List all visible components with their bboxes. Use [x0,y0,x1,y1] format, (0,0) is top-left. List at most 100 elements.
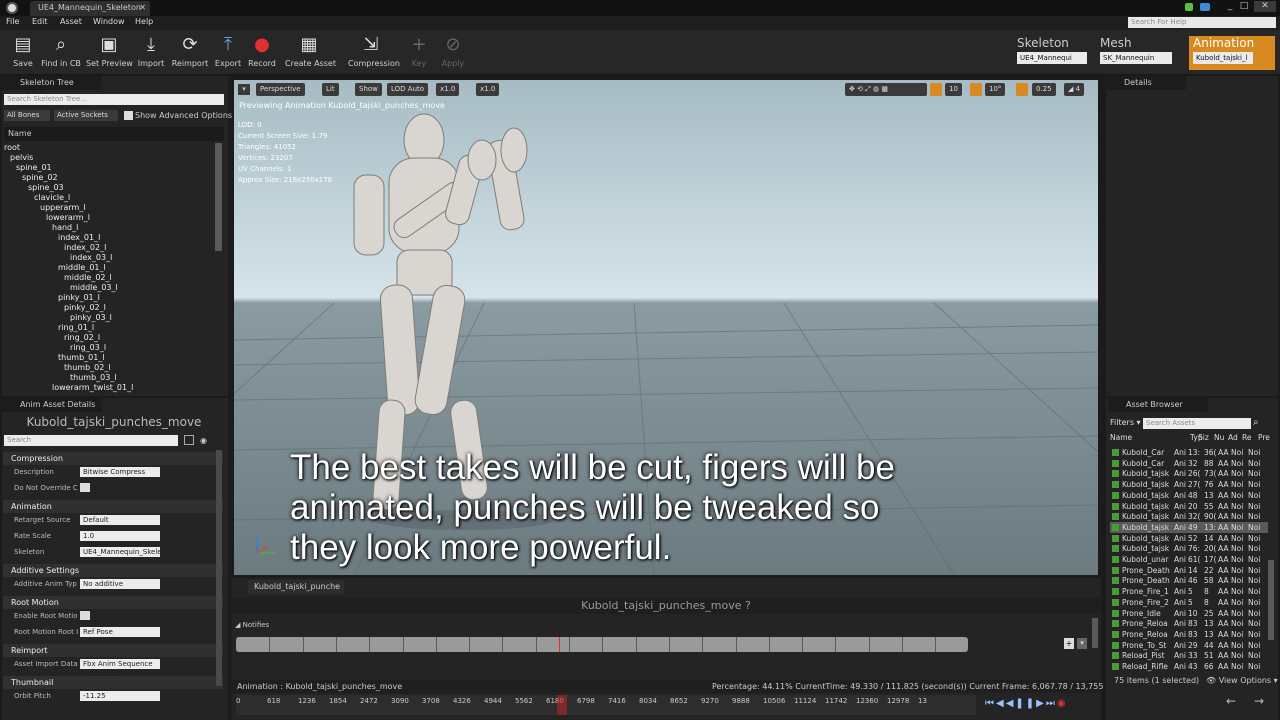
asset-row[interactable]: Kubold_unar Ani 61(17(AA Noi Noi [1110,554,1268,565]
asset-row[interactable]: Prone_Reloa Ani 83 13 AA Noi Noi [1110,629,1268,640]
set-preview-button[interactable]: ▣ Set Preview [86,32,133,72]
asset-row[interactable]: Kubold_tajsk Ani 52 14 AA Noi Noi [1110,533,1268,544]
skip-back-icon[interactable]: ⏮ [985,698,996,709]
lit-button[interactable]: Lit [322,83,339,96]
bone-item[interactable]: pinky_03_l [70,313,112,323]
asset-row[interactable]: Prone_Fire_2 Ani 5 8 AA Noi Noi [1110,597,1268,608]
find-in-cb-button[interactable]: ⌕ Find in CB [38,32,84,72]
pause-icon[interactable]: ❚❚ [1015,698,1036,709]
filters-button[interactable]: Filters ▾ [1110,418,1141,427]
anim-details-tab[interactable]: Anim Asset Details [2,398,102,412]
asset-row[interactable]: Kubold_tajsk Ani 27(76 AA Noi Noi [1110,479,1268,490]
asset-row[interactable]: Kubold_Car Ani 13: 36(AA Noi Noi [1110,447,1268,458]
show-advanced-checkbox[interactable] [124,111,133,120]
bones-filter-dropdown[interactable]: All Bones [4,110,50,121]
document-tab[interactable]: UE4_Mannequin_Skeleton ✕ [30,1,150,16]
apply-button[interactable]: ⊘ Apply [430,32,476,72]
bone-item[interactable]: hand_l [52,223,78,233]
playback-controls[interactable]: ⏮◀◀❚❚▶⏭◉ [985,698,1095,712]
bone-item[interactable]: pinky_01_l [58,293,100,303]
bone-item[interactable]: pelvis [10,153,33,163]
grid-snap-value[interactable]: 10 [945,83,962,96]
step-forward-icon[interactable]: ▶ [1036,698,1046,709]
record-button[interactable]: ● Record [239,32,285,72]
rotation-snap-value[interactable]: 10° [985,83,1006,96]
tree-scrollbar[interactable] [215,143,222,251]
view-options-button[interactable]: 👁 View Options ▾ [1206,676,1278,685]
asset-scrollbar[interactable] [1268,560,1274,640]
bone-item[interactable]: thumb_03_l [70,373,117,383]
asset-row[interactable]: Reload_Pist Ani 33 51 AA Noi Noi [1110,650,1268,661]
asset-row[interactable]: Prone_Death Ani 46 58 AA Noi Noi [1110,575,1268,586]
bone-item[interactable]: lowerarm_l [46,213,90,223]
bone-item[interactable]: spine_03 [28,183,64,193]
property-value[interactable]: -11.25 [80,691,160,701]
create-asset-button[interactable]: ▦ Create Asset [285,32,336,72]
details-section-header[interactable]: Thumbnail [3,676,223,689]
bone-item[interactable]: root [4,143,20,153]
details-search-input[interactable]: Search [4,435,178,446]
play-reverse-icon[interactable]: ◀ [1006,698,1016,709]
bone-item[interactable]: index_01_l [58,233,100,243]
asset-row[interactable]: Prone_Fire_1 Ani 5 8 AA Noi Noi [1110,586,1268,597]
show-button[interactable]: Show [355,83,382,96]
forward-arrow-icon[interactable]: → [1254,694,1264,708]
bone-item[interactable]: spine_01 [16,163,52,173]
playback-speed-button[interactable]: x1.0 [436,83,460,96]
asset-browser-tab[interactable]: Asset Browser [1108,398,1208,412]
bone-item[interactable]: middle_02_l [64,273,112,283]
turntable-speed-button[interactable]: x1.0 [476,83,500,96]
scale-snap-value[interactable]: 0.25 [1032,83,1056,96]
transform-tools[interactable]: ✥ ⟲ ⤢ ◍ ▦ [845,83,927,96]
details-tab[interactable]: Details [1106,76,1186,90]
asset-row[interactable]: Prone_To_St Ani 29 44 AA Noi Noi [1110,640,1268,651]
bone-item[interactable]: middle_01_l [58,263,106,273]
close-icon[interactable]: ✕ [139,1,146,15]
camera-speed[interactable]: ◢ 4 [1064,83,1085,96]
back-arrow-icon[interactable]: ← [1226,694,1236,708]
bone-item[interactable]: index_02_l [64,243,106,253]
mode-skeleton[interactable]: Skeleton UE4_Mannequi [1013,36,1091,70]
asset-column-ad[interactable]: Ad [1228,433,1238,442]
playhead[interactable] [557,695,568,715]
menu-edit[interactable]: Edit [32,17,48,26]
scale-snap-icon[interactable] [1016,83,1028,96]
asset-column-nu[interactable]: Nu [1214,433,1224,442]
asset-row[interactable]: Kubold_tajsk Ani 76: 20(AA Noi Noi [1110,543,1268,554]
notification-icon[interactable] [1185,3,1193,11]
minimize-icon[interactable]: _ [1224,1,1236,12]
loop-record-icon[interactable]: ◉ [1057,698,1068,709]
bone-item[interactable]: upperarm_l [40,203,86,213]
asset-row[interactable]: Prone_Reloa Ani 83 13 AA Noi Noi [1110,618,1268,629]
bone-item[interactable]: lowerarm_twist_01_l [52,383,133,393]
bone-item[interactable]: ring_01_l [58,323,94,333]
skip-forward-icon[interactable]: ⏭ [1046,698,1057,709]
menu-window[interactable]: Window [93,17,125,26]
asset-row[interactable]: Kubold_tajsk Ani 48 13 AA Noi Noi [1110,490,1268,501]
bone-item[interactable]: thumb_01_l [58,353,105,363]
maximize-icon[interactable]: □ [1238,1,1250,12]
compression-button[interactable]: ⇲ Compression [348,32,400,72]
step-back-icon[interactable]: ◀ [996,698,1006,709]
mode-mesh[interactable]: Mesh SK_Mannequin [1096,36,1184,70]
user-icon[interactable] [1200,3,1210,11]
asset-column-siz[interactable]: Siz [1198,433,1209,442]
perspective-button[interactable]: Perspective [256,83,305,96]
search-help-input[interactable]: Search For Help [1128,17,1276,28]
asset-row[interactable]: Prone_Idle Ani 10 25 AA Noi Noi [1110,608,1268,619]
window-close-icon[interactable]: ✕ [1254,1,1276,12]
asset-row[interactable]: Kubold_Car Ani 32 88 AA Noi Noi [1110,458,1268,469]
asset-row[interactable]: Kubold_tajsk Ani 32(90(AA Noi Noi [1110,511,1268,522]
asset-column-name[interactable]: Name [1110,433,1132,442]
eye-icon[interactable]: ◉ [200,436,214,445]
sockets-filter-dropdown[interactable]: Active Sockets [54,110,118,121]
asset-row[interactable]: Kubold_tajsk Ani 26(73(AA Noi Noi [1110,468,1268,479]
lod-button[interactable]: LOD Auto [387,83,429,96]
skeleton-tree-tab[interactable]: Skeleton Tree [2,76,102,90]
bone-item[interactable]: spine_02 [22,173,58,183]
bone-item[interactable]: clavicle_l [34,193,70,203]
asset-column-re[interactable]: Re [1242,433,1252,442]
history-nav[interactable]: ← → [1110,694,1270,714]
asset-row[interactable]: Kubold_tajsk Ani 49 13: AA Noi Noi [1110,521,1268,533]
mode-animation[interactable]: Animation Kubold_tajski_l [1189,36,1275,70]
